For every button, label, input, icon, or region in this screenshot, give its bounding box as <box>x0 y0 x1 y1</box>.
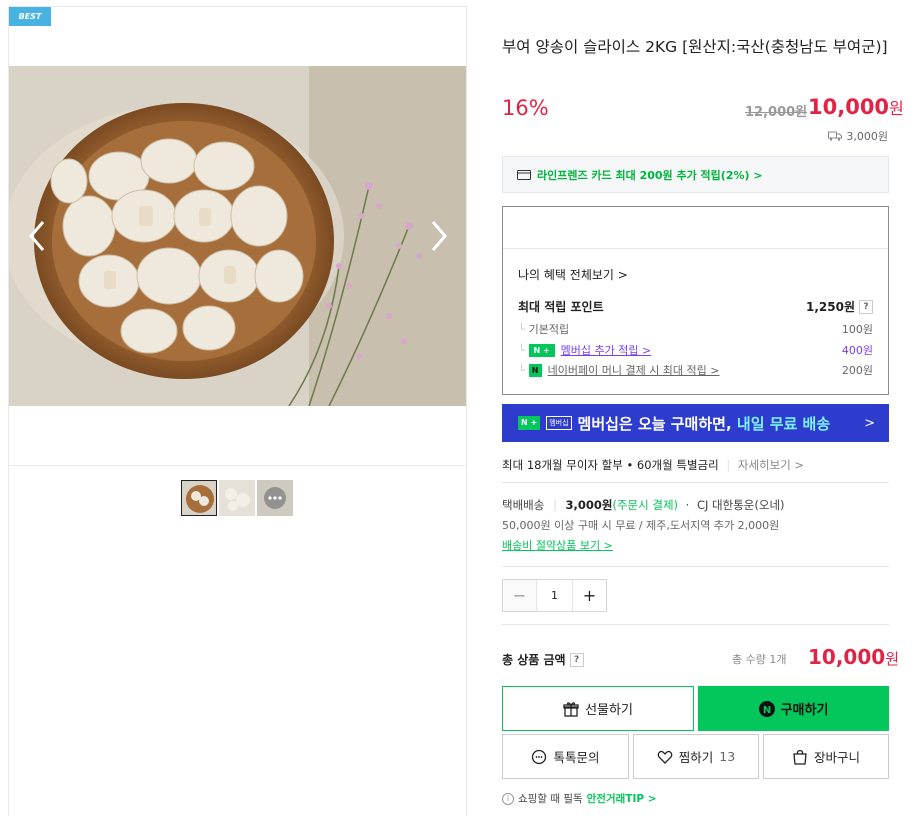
divider <box>502 482 889 483</box>
original-price: 12,000원 <box>745 105 808 120</box>
membership-text-b: 내일 무료 배송 <box>736 414 831 433</box>
basic-points-row: └ 기본적립 100원 <box>518 323 873 336</box>
shopping-bag-icon <box>793 749 807 765</box>
basic-points-value: 100원 <box>841 323 873 336</box>
divider <box>502 566 889 567</box>
max-points-label: 최대 적립 포인트 <box>518 300 604 314</box>
max-points-row: 최대 적립 포인트 1,250원? <box>518 298 873 315</box>
naver-plus-icon: N + <box>528 343 555 357</box>
benefit-divider <box>503 248 888 249</box>
talk-inquiry-button[interactable]: 톡톡문의 <box>502 734 629 779</box>
naver-pay-icon: N <box>528 363 542 377</box>
gift-button[interactable]: 선물하기 <box>502 686 694 731</box>
product-gallery: BEST <box>8 6 467 816</box>
membership-points-row: └ N + 멤버십 추가 적립 > 400원 <box>518 342 873 358</box>
thumbnail-divider <box>9 465 466 466</box>
quantity-decrease-button[interactable]: − <box>503 580 536 611</box>
cart-button[interactable]: 장바구니 <box>763 734 889 779</box>
thumbnail-more[interactable] <box>257 480 293 516</box>
total-price-value: 10,000 <box>808 645 886 669</box>
info-icon: i <box>502 792 514 805</box>
npay-points-link[interactable]: 네이버페이 머니 결제 시 최대 적립 > <box>548 362 720 378</box>
svg-text:N: N <box>762 705 770 716</box>
membership-points-link[interactable]: 멤버십 추가 적립 > <box>561 342 652 358</box>
total-price: 10,000원 <box>808 645 899 669</box>
installment-more-link[interactable]: 자세히보기 > <box>738 458 804 472</box>
chevron-left-icon <box>29 221 45 251</box>
sale-price: 10,000원 <box>808 95 904 119</box>
tip-prefix: 쇼핑할 때 필독 <box>518 793 583 805</box>
membership-tag: 멤버십 <box>546 416 572 430</box>
discount-rate: 16% <box>502 96 549 120</box>
wishlist-count: 13 <box>719 749 736 764</box>
sale-price-unit: 원 <box>889 99 904 118</box>
membership-points-value: 400원 <box>841 344 873 357</box>
total-label: 총 상품 금액 ? <box>502 651 584 668</box>
benefit-box: 나의 혜택 전체보기 > 최대 적립 포인트 1,250원? └ 기본적립 100… <box>502 206 889 395</box>
chevron-right-icon: > <box>864 415 875 431</box>
naver-plus-tag: N + <box>518 416 541 430</box>
shipping-fee-text: 3,000원 <box>846 130 888 143</box>
buy-button[interactable]: N 구매하기 <box>698 686 889 731</box>
membership-text: 멤버십은 오늘 구매하면, 내일 무료 배송 <box>578 413 831 434</box>
installment-info: 최대 18개월 무이자 할부 • 60개월 특별금리 | 자세히보기 > <box>502 458 805 472</box>
help-icon[interactable]: ? <box>859 299 873 314</box>
credit-card-icon <box>517 169 531 180</box>
quantity-increase-button[interactable]: + <box>573 580 606 611</box>
help-icon[interactable]: ? <box>569 652 584 667</box>
total-price-unit: 원 <box>885 650 899 668</box>
shipping-carrier: CJ 대한통운(오네) <box>696 498 785 512</box>
membership-banner[interactable]: N + 멤버십 멤버십은 오늘 구매하면, 내일 무료 배송 > <box>502 404 889 442</box>
cart-label: 장바구니 <box>813 750 860 765</box>
gift-icon <box>563 701 579 717</box>
heart-icon <box>657 750 673 764</box>
chevron-right-icon <box>431 221 447 251</box>
next-image-button[interactable] <box>423 216 453 256</box>
main-product-image[interactable] <box>9 66 466 406</box>
gift-button-label: 선물하기 <box>585 703 633 718</box>
quantity-input[interactable]: 1 <box>536 580 573 611</box>
shipping-method-row: 택배배송 | 3,000원(주문시 결제) · CJ 대한통운(오네) <box>502 498 785 512</box>
buy-button-label: 구매하기 <box>780 703 829 718</box>
prev-image-button[interactable] <box>23 216 53 256</box>
npay-points-row: └ N 네이버페이 머니 결제 시 최대 적립 > 200원 <box>518 362 873 378</box>
card-promo-banner[interactable]: 라인프렌즈 카드 최대 200원 추가 적립(2%) > <box>502 156 889 193</box>
shipping-fee-note: (주문시 결제) <box>612 498 679 512</box>
sale-price-value: 10,000 <box>808 95 890 119</box>
product-title: 부여 양송이 슬라이스 2KG [원산지:국산(충청남도 부여군)] <box>502 38 888 56</box>
npay-points-value: 200원 <box>841 364 873 377</box>
wishlist-label: 찜하기 <box>678 750 714 765</box>
naver-pay-icon: N <box>758 700 775 717</box>
basic-points-label: 기본적립 <box>528 323 570 336</box>
divider <box>502 624 889 625</box>
card-promo-text: 라인프렌즈 카드 최대 200원 추가 적립(2%) > <box>537 168 763 182</box>
shipping-note: 50,000원 이상 구매 시 무료 / 제주,도서지역 추가 2,000원 <box>502 519 780 532</box>
benefit-all-link[interactable]: 나의 혜택 전체보기 > <box>518 266 628 283</box>
max-points-value: 1,250원 <box>806 300 855 314</box>
thumbnail-list <box>181 480 293 516</box>
shipping-fee-summary: 3,000원 <box>828 128 888 144</box>
wishlist-button[interactable]: 찜하기 13 <box>633 734 759 779</box>
membership-text-a: 멤버십은 오늘 구매하면, <box>577 414 737 433</box>
total-label-text: 총 상품 금액 <box>502 653 566 667</box>
quantity-stepper: − 1 + <box>502 579 607 612</box>
safe-trade-tip-link[interactable]: 안전거래TIP > <box>587 791 657 806</box>
best-badge: BEST <box>9 7 51 26</box>
truck-icon <box>828 131 843 141</box>
installment-text: 최대 18개월 무이자 할부 • 60개월 특별금리 <box>502 458 719 472</box>
thumbnail-1[interactable] <box>181 480 217 516</box>
safe-trade-tip: i 쇼핑할 때 필독 안전거래TIP > <box>502 791 657 806</box>
shipping-method: 택배배송 <box>502 498 545 512</box>
chat-icon <box>532 749 547 764</box>
thumbnail-2[interactable] <box>219 480 255 516</box>
total-quantity: 총 수량 1개 <box>732 653 787 666</box>
shipping-saving-link[interactable]: 배송비 절약상품 보기 > <box>502 537 613 553</box>
talk-inquiry-label: 톡톡문의 <box>553 750 600 765</box>
shipping-fee: 3,000원 <box>565 498 613 512</box>
